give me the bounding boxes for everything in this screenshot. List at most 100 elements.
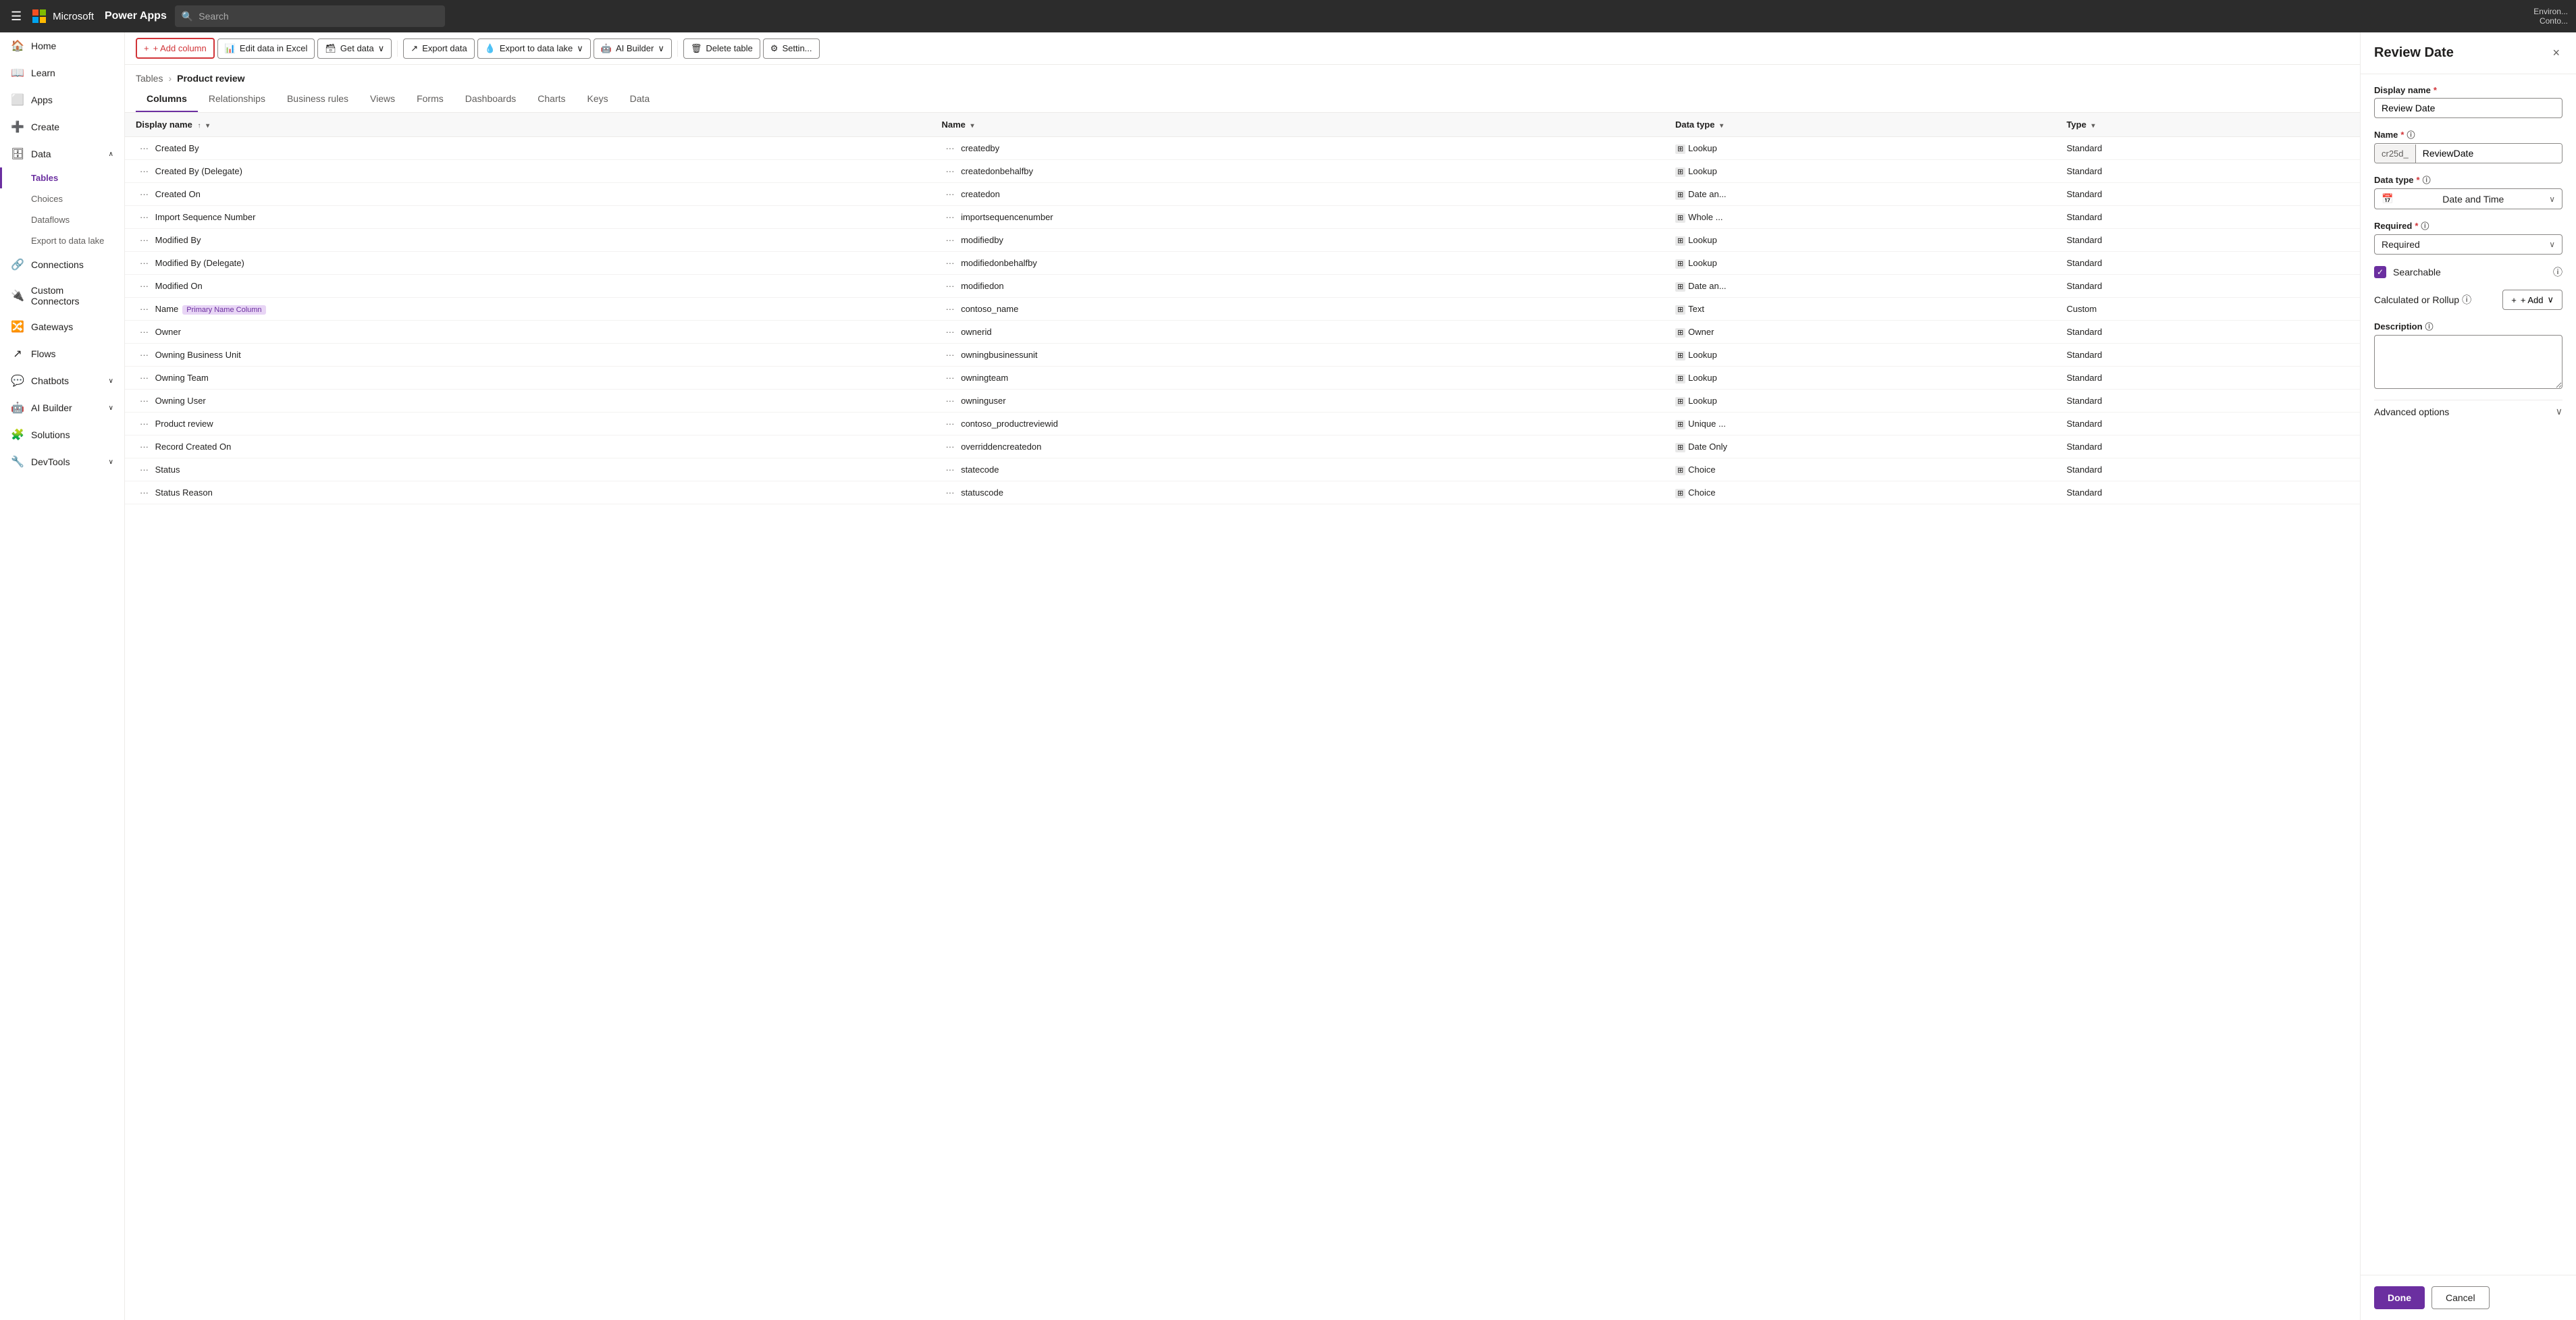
description-textarea[interactable]	[2374, 335, 2562, 389]
row-dots-menu-name[interactable]: ···	[941, 257, 958, 269]
row-dots-menu-name[interactable]: ···	[941, 188, 958, 201]
description-info-icon[interactable]: ⓘ	[2425, 321, 2434, 332]
row-dots-menu[interactable]: ···	[136, 371, 153, 384]
col-header-data-type[interactable]: Data type ▾	[1664, 113, 2056, 137]
sidebar-item-custom-connectors[interactable]: 🔌 Custom Connectors	[0, 278, 124, 313]
row-dots-menu-name[interactable]: ···	[941, 440, 958, 453]
sidebar-sub-choices[interactable]: Choices	[0, 188, 124, 209]
row-dots-menu[interactable]: ···	[136, 325, 153, 338]
sidebar-item-label: AI Builder	[31, 402, 72, 413]
tab-charts[interactable]: Charts	[527, 86, 576, 112]
sidebar-item-chatbots[interactable]: 💬 Chatbots ∨	[0, 367, 124, 394]
row-dots-menu-name[interactable]: ···	[941, 417, 958, 430]
breadcrumb-tables-link[interactable]: Tables	[136, 73, 163, 84]
row-dots-menu-name[interactable]: ···	[941, 486, 958, 499]
tab-keys[interactable]: Keys	[577, 86, 619, 112]
tab-forms[interactable]: Forms	[406, 86, 454, 112]
row-dots-menu-name[interactable]: ···	[941, 302, 958, 315]
row-dots-menu[interactable]: ···	[136, 234, 153, 246]
searchable-info-icon[interactable]: ⓘ	[2553, 265, 2562, 279]
cancel-button[interactable]: Cancel	[2432, 1286, 2490, 1309]
edit-data-excel-button[interactable]: 📊 Edit data in Excel	[217, 38, 315, 59]
name-info-icon[interactable]: ⓘ	[2407, 129, 2415, 140]
row-dots-menu[interactable]: ···	[136, 417, 153, 430]
row-dots-menu-name[interactable]: ···	[941, 463, 958, 476]
sidebar-sub-dataflows[interactable]: Dataflows	[0, 209, 124, 230]
row-dots-menu[interactable]: ···	[136, 165, 153, 178]
done-button[interactable]: Done	[2374, 1286, 2425, 1309]
row-dots-menu-name[interactable]: ···	[941, 280, 958, 292]
required-info-icon[interactable]: ⓘ	[2421, 220, 2429, 232]
row-dots-menu[interactable]: ···	[136, 188, 153, 201]
search-input[interactable]	[199, 11, 438, 22]
row-dots-menu-name[interactable]: ···	[941, 165, 958, 178]
settings-button[interactable]: ⚙ Settin...	[763, 38, 820, 59]
export-data-button[interactable]: ↗ Export data	[403, 38, 474, 59]
row-dots-menu-name[interactable]: ···	[941, 348, 958, 361]
tab-relationships[interactable]: Relationships	[198, 86, 276, 112]
display-name-label: Display name *	[2374, 85, 2562, 95]
tab-business-rules[interactable]: Business rules	[276, 86, 359, 112]
cell-type: Custom	[2055, 298, 2360, 321]
custom-connectors-icon: 🔌	[11, 289, 24, 302]
tab-data[interactable]: Data	[619, 86, 661, 112]
advanced-options-row[interactable]: Advanced options ∨	[2374, 400, 2562, 423]
sidebar-item-data[interactable]: 🗄 Data ∧	[0, 140, 124, 167]
row-dots-menu[interactable]: ···	[136, 394, 153, 407]
search-bar[interactable]: 🔍	[175, 5, 445, 27]
col-header-type[interactable]: Type ▾	[2055, 113, 2360, 137]
row-dots-menu[interactable]: ···	[136, 302, 153, 315]
sidebar-item-gateways[interactable]: 🔀 Gateways	[0, 313, 124, 340]
row-dots-menu[interactable]: ···	[136, 257, 153, 269]
hamburger-menu[interactable]: ☰	[8, 7, 24, 26]
row-dots-menu[interactable]: ···	[136, 440, 153, 453]
searchable-checkbox[interactable]	[2374, 266, 2386, 278]
sidebar-item-ai-builder[interactable]: 🤖 AI Builder ∨	[0, 394, 124, 421]
sidebar-item-flows[interactable]: ↗ Flows	[0, 340, 124, 367]
sidebar-item-create[interactable]: ➕ Create	[0, 113, 124, 140]
row-dots-menu[interactable]: ···	[136, 348, 153, 361]
name-input[interactable]	[2416, 144, 2562, 163]
data-type-select[interactable]: 📅 Date and Time ∨	[2374, 188, 2562, 209]
add-column-button[interactable]: + + Add column	[136, 38, 215, 59]
required-select[interactable]: Required ∨	[2374, 234, 2562, 255]
row-dots-menu-name[interactable]: ···	[941, 325, 958, 338]
row-dots-menu-name[interactable]: ···	[941, 142, 958, 155]
tab-columns[interactable]: Columns	[136, 86, 198, 112]
row-dots-menu-name[interactable]: ···	[941, 394, 958, 407]
row-dots-menu-name[interactable]: ···	[941, 234, 958, 246]
sidebar-item-home[interactable]: 🏠 Home	[0, 32, 124, 59]
sidebar-sub-export-data-lake[interactable]: Export to data lake	[0, 230, 124, 251]
row-dots-menu[interactable]: ···	[136, 463, 153, 476]
cell-display-name: ··· Import Sequence Number	[125, 206, 930, 229]
row-dots-menu-name[interactable]: ···	[941, 211, 958, 223]
row-dots-menu[interactable]: ···	[136, 142, 153, 155]
sidebar-item-devtools[interactable]: 🔧 DevTools ∨	[0, 448, 124, 475]
data-type-info-icon[interactable]: ⓘ	[2423, 174, 2431, 186]
delete-table-button[interactable]: 🗑 Delete table	[683, 38, 760, 59]
get-data-button[interactable]: 🗃 Get data ∨	[317, 38, 392, 59]
sidebar-item-apps[interactable]: ⬜ Apps	[0, 86, 124, 113]
sidebar-item-solutions[interactable]: 🧩 Solutions	[0, 421, 124, 448]
tab-dashboards[interactable]: Dashboards	[454, 86, 527, 112]
row-dots-menu-name[interactable]: ···	[941, 371, 958, 384]
sidebar-item-connections[interactable]: 🔗 Connections	[0, 251, 124, 278]
row-dots-menu[interactable]: ···	[136, 211, 153, 223]
col-header-display-name[interactable]: Display name ↑ ▾	[125, 113, 930, 137]
breadcrumb-current: Product review	[177, 73, 244, 84]
cell-type: Standard	[2055, 481, 2360, 504]
row-dots-menu[interactable]: ···	[136, 486, 153, 499]
sidebar-sub-tables[interactable]: Tables	[0, 167, 124, 188]
display-name-input[interactable]	[2374, 98, 2562, 118]
calc-info-icon[interactable]: ⓘ	[2462, 293, 2471, 307]
col-header-name[interactable]: Name ▾	[930, 113, 1664, 137]
sidebar-item-learn[interactable]: 📖 Learn	[0, 59, 124, 86]
ai-builder-button[interactable]: 🤖 AI Builder ∨	[594, 38, 672, 59]
name-cell-value: statuscode	[958, 487, 1003, 498]
row-dots-menu[interactable]: ···	[136, 280, 153, 292]
tab-views[interactable]: Views	[359, 86, 406, 112]
chevron-down-icon-datatype: ∨	[2549, 194, 2555, 204]
panel-close-button[interactable]: ×	[2550, 43, 2562, 63]
export-data-lake-button[interactable]: 💧 Export to data lake ∨	[477, 38, 591, 59]
calculated-add-button[interactable]: + + Add ∨	[2502, 290, 2562, 310]
